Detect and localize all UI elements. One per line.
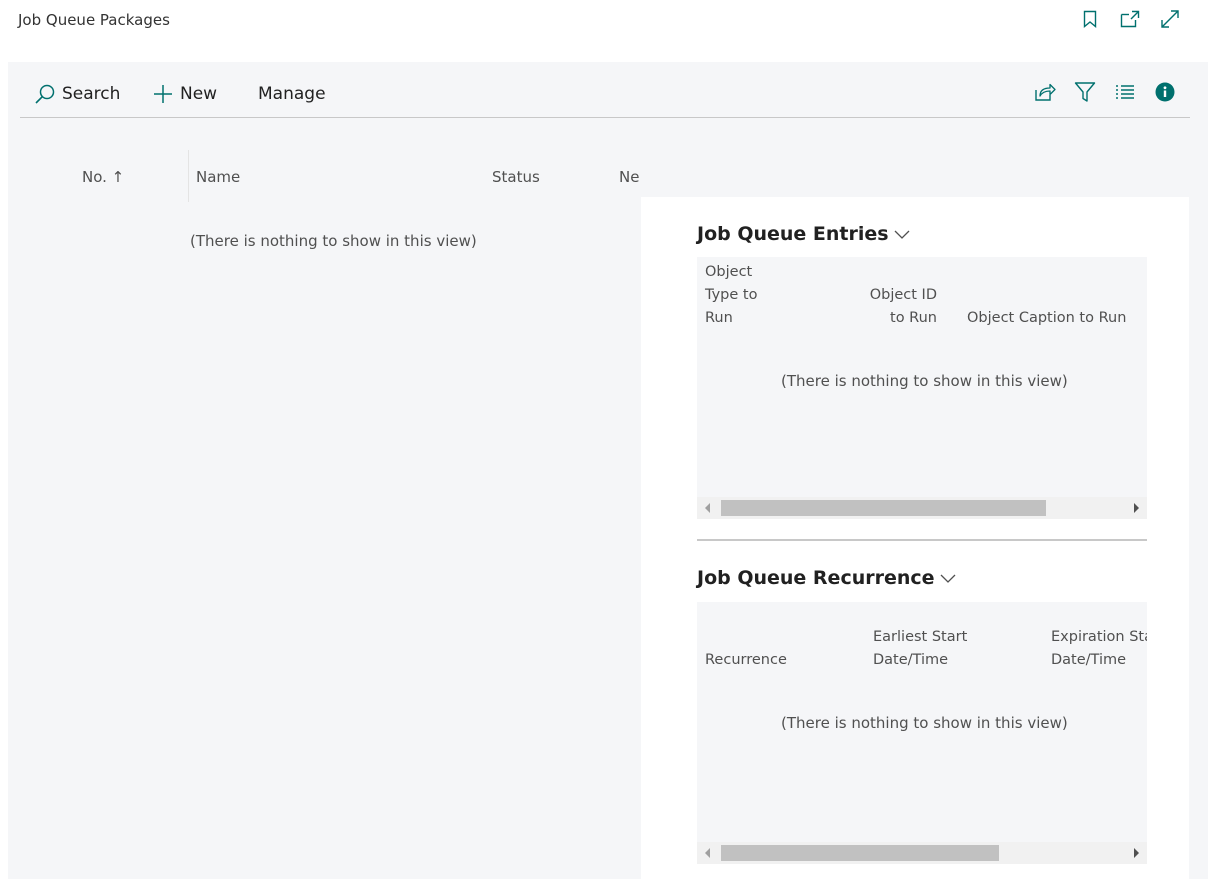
scroll-right-arrow-icon[interactable] <box>1134 848 1139 858</box>
job-queue-packages-list: No. ↑ Name Status Ne (There is nothing t… <box>20 150 640 250</box>
search-button[interactable]: Search <box>34 80 120 108</box>
list-header: No. ↑ Name Status Ne <box>20 150 640 202</box>
factbox-pane: Job Queue Entries Object Type to Run Obj… <box>641 197 1189 879</box>
column-divider <box>188 150 189 202</box>
job-queue-entries-title[interactable]: Job Queue Entries <box>697 223 911 245</box>
column-header-name[interactable]: Name <box>196 168 240 186</box>
column-header-recurrence[interactable]: Recurrence <box>705 649 787 672</box>
list-view-icon[interactable] <box>1114 81 1136 103</box>
action-bar: Search New Manage <box>20 76 1190 118</box>
chevron-down-icon <box>940 574 956 583</box>
plus-icon <box>154 85 172 103</box>
job-queue-recurrence-grid: Recurrence Earliest Start Date/Time Expi… <box>697 602 1147 864</box>
column-header-object-caption[interactable]: Object Caption to Run <box>967 307 1126 330</box>
recurrence-horizontal-scrollbar[interactable] <box>697 842 1147 864</box>
chevron-down-icon <box>894 230 910 239</box>
scroll-right-arrow-icon[interactable] <box>1134 503 1139 513</box>
column-header-object-type[interactable]: Object Type to Run <box>705 261 757 330</box>
scrollbar-thumb[interactable] <box>721 845 999 861</box>
bookmark-icon[interactable] <box>1080 9 1100 29</box>
column-header-earliest-start[interactable]: Earliest Start Date/Time <box>873 626 967 672</box>
entries-horizontal-scrollbar[interactable] <box>697 497 1147 519</box>
empty-list-message: (There is nothing to show in this view) <box>190 232 477 250</box>
expand-icon[interactable] <box>1160 9 1180 29</box>
job-queue-entries-grid: Object Type to Run Object ID to Run Obje… <box>697 257 1147 519</box>
column-header-expiration[interactable]: Expiration Sta Date/Time <box>1051 626 1147 672</box>
job-queue-recurrence-title[interactable]: Job Queue Recurrence <box>697 567 957 589</box>
new-button[interactable]: New <box>152 80 217 108</box>
job-queue-entries-title-text: Job Queue Entries <box>697 223 889 245</box>
entries-empty-message: (There is nothing to show in this view) <box>781 372 1068 390</box>
scroll-left-arrow-icon[interactable] <box>705 503 710 513</box>
page-title: Job Queue Packages <box>18 11 170 29</box>
column-header-object-id[interactable]: Object ID to Run <box>857 284 937 330</box>
open-new-window-icon[interactable] <box>1120 9 1140 29</box>
new-label: New <box>180 84 218 104</box>
column-header-no[interactable]: No. ↑ <box>82 168 124 186</box>
scroll-left-arrow-icon[interactable] <box>705 848 710 858</box>
scrollbar-thumb[interactable] <box>721 500 1046 516</box>
job-queue-recurrence-title-text: Job Queue Recurrence <box>697 567 935 589</box>
share-icon[interactable] <box>1034 81 1056 103</box>
manage-button[interactable]: Manage <box>258 80 326 108</box>
factbox-divider <box>697 539 1147 541</box>
search-label: Search <box>62 84 121 104</box>
header-icons <box>1080 9 1180 29</box>
search-icon <box>35 84 55 104</box>
info-icon[interactable] <box>1154 81 1176 103</box>
manage-label: Manage <box>258 84 326 104</box>
content-area: Search New Manage No. ↑ Name Status Ne (… <box>8 62 1208 879</box>
column-header-ne[interactable]: Ne <box>619 168 639 186</box>
column-header-status[interactable]: Status <box>492 168 540 186</box>
action-bar-right <box>1034 81 1176 103</box>
page-header: Job Queue Packages <box>0 0 1214 60</box>
recurrence-empty-message: (There is nothing to show in this view) <box>781 714 1068 732</box>
filter-icon[interactable] <box>1074 81 1096 103</box>
